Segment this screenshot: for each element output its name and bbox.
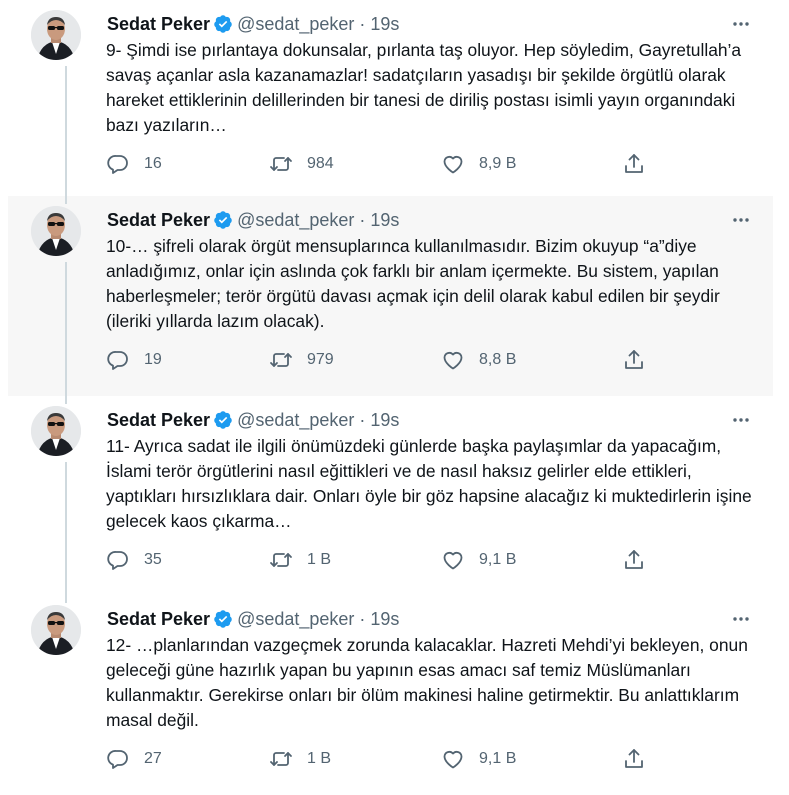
like-count: 8,9 B [479, 155, 517, 172]
share-icon [622, 152, 646, 176]
thread-line [65, 595, 67, 603]
tweet-actions: 19 979 8,8 B [106, 347, 666, 373]
retweet-button[interactable]: 979 [269, 347, 334, 373]
more-dots-icon[interactable] [727, 206, 755, 234]
tweet-header: Sedat Peker @sedat_peker · 19s [107, 12, 773, 36]
tweet-header: Sedat Peker @sedat_peker · 19s [107, 408, 773, 432]
like-count: 9,1 B [479, 551, 517, 568]
verified-badge-icon [213, 14, 233, 34]
heart-icon [441, 747, 465, 771]
separator-dot: · [359, 608, 366, 629]
separator-dot: · [359, 409, 366, 430]
avatar[interactable] [31, 406, 81, 456]
share-button[interactable] [622, 547, 646, 573]
reply-icon [106, 152, 130, 176]
author-name[interactable]: Sedat Peker [107, 609, 210, 630]
thread-line [65, 196, 67, 204]
heart-icon [441, 152, 465, 176]
like-count: 9,1 B [479, 750, 517, 767]
retweet-button[interactable]: 1 B [269, 746, 331, 772]
heart-icon [441, 548, 465, 572]
separator-dot: · [359, 13, 366, 34]
retweet-icon [269, 548, 293, 572]
verified-badge-icon [213, 210, 233, 230]
retweet-count: 1 B [307, 551, 332, 568]
retweet-button[interactable]: 984 [269, 151, 334, 177]
more-dots-icon[interactable] [727, 10, 755, 38]
share-button[interactable] [622, 746, 646, 772]
tweet-item[interactable]: Sedat Peker @sedat_peker · 19s 12- …plan… [8, 595, 773, 795]
like-count: 8,8 B [479, 351, 517, 368]
author-handle[interactable]: @sedat_peker [237, 609, 354, 630]
reply-button[interactable]: 35 [106, 547, 162, 573]
separator-dot: · [359, 209, 366, 230]
retweet-count: 979 [307, 351, 334, 368]
tweet-text: 11- Ayrıca sadat ile ilgili önümüzdeki g… [106, 436, 752, 531]
author-name[interactable]: Sedat Peker [107, 210, 210, 231]
like-button[interactable]: 8,8 B [441, 347, 516, 373]
tweet-actions: 27 1 B 9,1 B [106, 746, 666, 772]
tweet-actions: 16 984 8,9 B [106, 151, 666, 177]
share-icon [622, 747, 646, 771]
author-name[interactable]: Sedat Peker [107, 410, 210, 431]
timestamp[interactable]: 19s [370, 410, 399, 431]
reply-count: 35 [144, 551, 162, 568]
reply-button[interactable]: 27 [106, 746, 162, 772]
share-icon [622, 348, 646, 372]
tweet-thread: Sedat Peker @sedat_peker · 19s 9- Şimdi … [0, 0, 789, 791]
reply-button[interactable]: 19 [106, 347, 162, 373]
reply-count: 27 [144, 750, 162, 767]
tweet-actions: 35 1 B 9,1 B [106, 547, 666, 573]
tweet-header: Sedat Peker @sedat_peker · 19s [107, 607, 773, 631]
avatar[interactable] [31, 10, 81, 60]
author-handle[interactable]: @sedat_peker [237, 210, 354, 231]
tweet-header: Sedat Peker @sedat_peker · 19s [107, 208, 773, 232]
retweet-icon [269, 348, 293, 372]
retweet-count: 984 [307, 155, 334, 172]
share-button[interactable] [622, 151, 646, 177]
retweet-icon [269, 747, 293, 771]
reply-button[interactable]: 16 [106, 151, 162, 177]
tweet-text: 12- …planlarından vazgeçmek zorunda kala… [106, 635, 748, 730]
reply-count: 19 [144, 351, 162, 368]
tweet-text: 10-… şifreli olarak örgüt mensuplarınca … [106, 236, 720, 331]
author-name[interactable]: Sedat Peker [107, 14, 210, 35]
tweet-item[interactable]: Sedat Peker @sedat_peker · 19s 9- Şimdi … [8, 0, 773, 200]
timestamp[interactable]: 19s [370, 210, 399, 231]
retweet-count: 1 B [307, 750, 332, 767]
like-button[interactable]: 8,9 B [441, 151, 516, 177]
share-button[interactable] [622, 347, 646, 373]
retweet-button[interactable]: 1 B [269, 547, 331, 573]
timestamp[interactable]: 19s [370, 14, 399, 35]
reply-icon [106, 348, 130, 372]
tweet-item[interactable]: Sedat Peker @sedat_peker · 19s 11- Ayrıc… [8, 396, 773, 596]
timestamp[interactable]: 19s [370, 609, 399, 630]
heart-icon [441, 348, 465, 372]
verified-badge-icon [213, 609, 233, 629]
thread-line [65, 66, 67, 200]
author-handle[interactable]: @sedat_peker [237, 410, 354, 431]
tweet-text: 9- Şimdi ise pırlantaya dokunsalar, pırl… [106, 40, 742, 135]
avatar[interactable] [31, 206, 81, 256]
retweet-icon [269, 152, 293, 176]
thread-line [65, 462, 67, 596]
thread-line [65, 396, 67, 404]
author-handle[interactable]: @sedat_peker [237, 14, 354, 35]
verified-badge-icon [213, 410, 233, 430]
reply-icon [106, 548, 130, 572]
more-dots-icon[interactable] [727, 406, 755, 434]
thread-line [65, 262, 67, 396]
like-button[interactable]: 9,1 B [441, 547, 516, 573]
avatar[interactable] [31, 605, 81, 655]
share-icon [622, 548, 646, 572]
tweet-item[interactable]: Sedat Peker @sedat_peker · 19s 10-… şifr… [8, 196, 773, 396]
like-button[interactable]: 9,1 B [441, 746, 516, 772]
reply-count: 16 [144, 155, 162, 172]
more-dots-icon[interactable] [727, 605, 755, 633]
reply-icon [106, 747, 130, 771]
